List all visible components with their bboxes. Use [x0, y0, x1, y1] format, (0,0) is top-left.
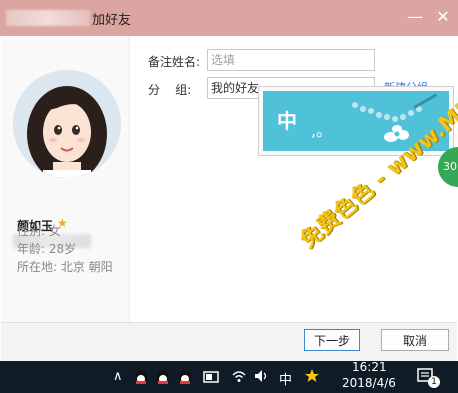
gender-info: 性别: 女	[17, 224, 61, 238]
remark-label: 备注姓名:	[148, 55, 201, 69]
remark-input[interactable]	[207, 49, 375, 71]
cancel-button[interactable]: 取消	[381, 329, 449, 351]
profile-panel: 颜如玉 ★ 性别: 女 年龄: 28岁 所在地: 北京 朝阳	[1, 36, 130, 322]
clock-time: 16:21	[352, 360, 387, 374]
window-titlebar: 加好友 — ✕	[0, 0, 458, 36]
avatar	[13, 70, 121, 178]
title-blurred-region	[6, 10, 90, 26]
window-title: 加好友	[92, 13, 132, 28]
taskbar: ∧ 中 16:21 2018/4/6 1	[0, 360, 458, 393]
group-label: 分 组:	[148, 83, 192, 97]
tray-expand-icon[interactable]: ∧	[113, 369, 123, 384]
qq-tray-icons[interactable]	[132, 367, 224, 387]
close-button[interactable]: ✕	[432, 6, 454, 28]
volume-icon[interactable]	[254, 369, 270, 383]
notification-count: 1	[428, 376, 440, 388]
clock-date: 2018/4/6	[342, 376, 396, 390]
banner-char: 中	[277, 109, 297, 133]
age-info: 年龄: 28岁	[17, 242, 77, 256]
next-button[interactable]: 下一步	[304, 329, 360, 351]
group-select-value: 我的好友	[211, 81, 260, 95]
wifi-icon[interactable]	[232, 369, 246, 383]
minimize-button[interactable]: —	[404, 6, 426, 28]
location-info: 所在地: 北京 朝阳	[17, 260, 113, 274]
ime-toolbar-icon[interactable]	[304, 368, 320, 384]
ime-indicator[interactable]: 中	[279, 369, 292, 388]
banner-mark: ,。	[311, 121, 333, 140]
avatar-illustration	[13, 70, 121, 178]
